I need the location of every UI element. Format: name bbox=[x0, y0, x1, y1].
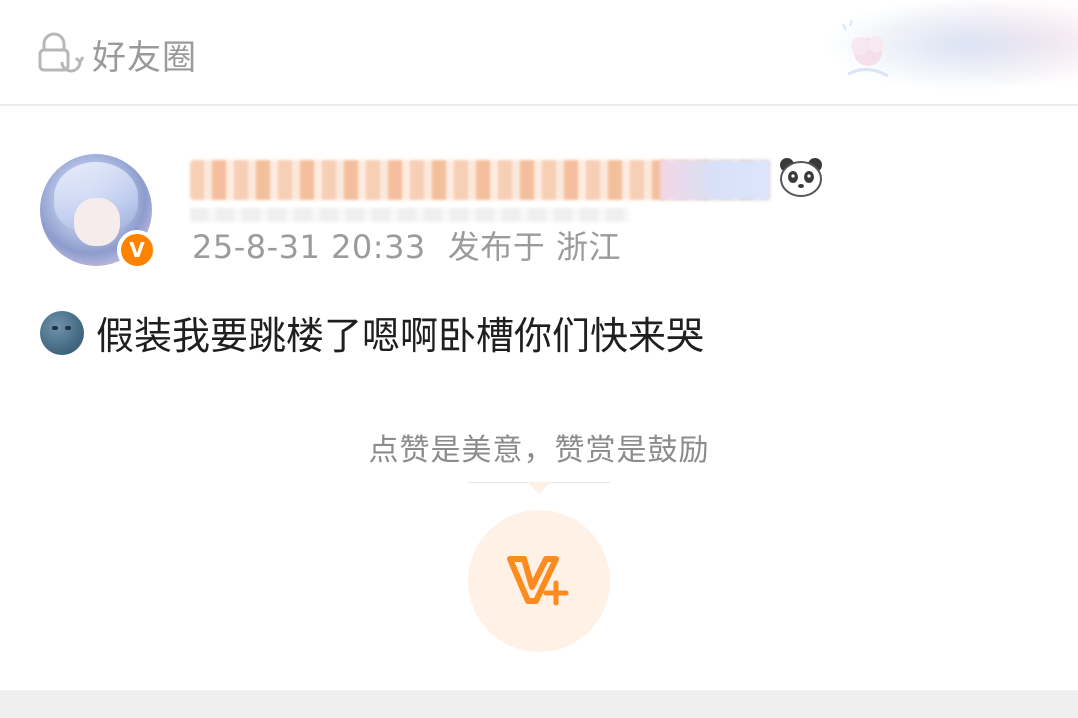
post-timestamp: 25-8-31 20:33 bbox=[192, 228, 426, 266]
post-location: 发布于 浙江 bbox=[447, 228, 621, 266]
reward-v-plus-icon bbox=[507, 556, 569, 606]
sub-info-redacted bbox=[190, 208, 630, 222]
reward-hint: 点赞是美意，赞赏是鼓励 bbox=[368, 433, 710, 468]
post-content: 假装我要跳楼了嗯啊卧槽你们快来哭 bbox=[40, 305, 704, 360]
caret-icon bbox=[527, 482, 551, 494]
post-text: 假装我要跳楼了嗯啊卧槽你们快来哭 bbox=[96, 314, 705, 358]
new-moon-face-emoji bbox=[40, 310, 84, 355]
top-bar: 好友圈 bbox=[0, 0, 1078, 106]
panda-icon bbox=[780, 158, 822, 197]
page-title[interactable]: 好友圈 bbox=[92, 30, 197, 79]
lock-refresh-icon[interactable] bbox=[36, 32, 84, 74]
reward-button[interactable] bbox=[468, 510, 610, 652]
flower-decoration-icon bbox=[842, 19, 889, 78]
post-meta: 25-8-31 20:33 发布于 浙江 bbox=[192, 222, 621, 268]
verified-badge: V bbox=[117, 230, 157, 270]
bottom-divider bbox=[0, 690, 1078, 718]
username-redacted-tail bbox=[660, 160, 770, 200]
